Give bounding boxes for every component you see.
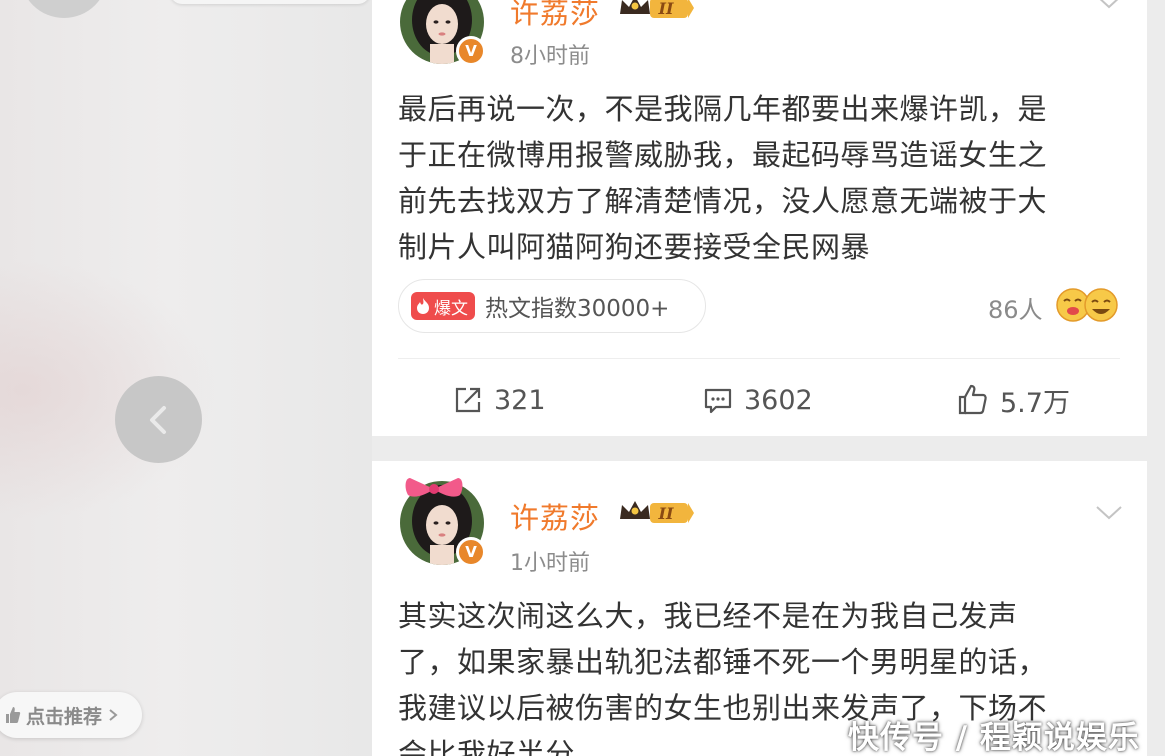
hot-index-text: 热文指数30000+ bbox=[485, 296, 670, 322]
crown-badge-icon: II bbox=[620, 0, 694, 18]
share-count: 321 bbox=[494, 384, 546, 416]
like-icon bbox=[958, 384, 987, 415]
username[interactable]: 许荔莎 bbox=[510, 495, 600, 537]
post-time: 1小时前 bbox=[510, 551, 590, 576]
fire-icon bbox=[417, 298, 429, 314]
comment-count: 3602 bbox=[744, 384, 813, 416]
badge-level: II bbox=[658, 504, 674, 523]
reaction-count: 86人 bbox=[988, 296, 1043, 324]
post-time: 8小时前 bbox=[510, 44, 590, 69]
like-count: 5.7万 bbox=[1000, 387, 1070, 419]
avatar[interactable]: V bbox=[400, 0, 486, 66]
avatar[interactable]: V bbox=[400, 478, 486, 567]
bow-icon bbox=[405, 478, 463, 497]
post-text: 最后再说一次，不是我隔几年都要出来爆许凯，是 于正在微博用报警威胁我，最起码辱骂… bbox=[398, 92, 1048, 264]
username[interactable]: 许荔莎 bbox=[510, 0, 600, 32]
chevron-down-icon[interactable] bbox=[1094, 0, 1124, 12]
recommend-button[interactable]: 点击推荐 bbox=[0, 692, 142, 738]
comment-button[interactable]: 3602 bbox=[702, 380, 813, 420]
watermark: 快传号 / 程颖说娱乐 bbox=[848, 720, 1140, 756]
like-button[interactable]: 5.7万 bbox=[956, 380, 1070, 420]
divider bbox=[398, 358, 1120, 359]
hot-index-tag[interactable]: 爆文 热文指数30000+ bbox=[398, 279, 706, 333]
hot-tag-label: 爆文 bbox=[434, 298, 468, 319]
previous-button[interactable] bbox=[115, 376, 202, 463]
recommend-label: 点击推荐 bbox=[26, 705, 103, 728]
chevron-right-icon bbox=[109, 709, 118, 721]
scroll-gutter bbox=[1147, 0, 1165, 756]
chevron-down-icon[interactable] bbox=[1094, 503, 1124, 523]
share-button[interactable]: 321 bbox=[452, 380, 546, 420]
post-card: V 许荔莎 II 8小时前 最后再说一次，不是我隔几年都要出来爆许凯，是 于正在… bbox=[372, 0, 1147, 436]
verified-badge-icon: V bbox=[456, 537, 486, 567]
comment-icon bbox=[704, 388, 732, 414]
badge-level: II bbox=[658, 0, 674, 18]
verified-badge-icon: V bbox=[456, 36, 486, 66]
share-icon bbox=[455, 387, 481, 413]
chevron-left-icon bbox=[149, 405, 166, 434]
thumbs-up-icon bbox=[6, 707, 21, 723]
crown-badge-icon: II bbox=[620, 501, 694, 523]
emoji-reactions-icon[interactable] bbox=[1055, 287, 1119, 323]
hot-tag: 爆文 bbox=[411, 292, 475, 320]
top-pill bbox=[170, 0, 370, 4]
background-panel bbox=[0, 0, 372, 756]
